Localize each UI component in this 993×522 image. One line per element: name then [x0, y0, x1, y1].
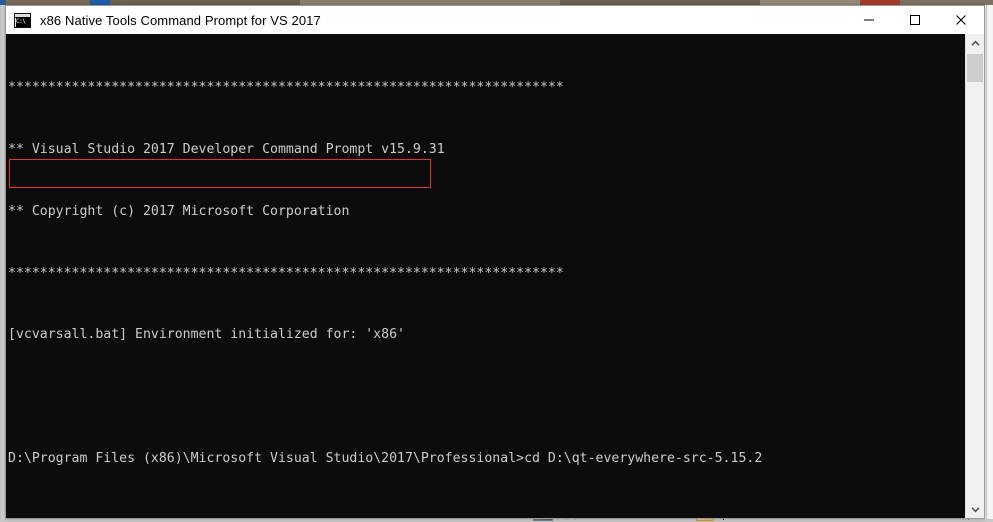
console-line: [vcvarsall.bat] Environment initialized …: [8, 327, 405, 343]
background-explorer-scrollbar[interactable]: [986, 5, 993, 519]
console-line: ****************************************…: [8, 80, 564, 96]
minimize-button[interactable]: [846, 6, 892, 34]
window-title: x86 Native Tools Command Prompt for VS 2…: [40, 12, 321, 28]
console-line: D:\Program Files (x86)\Microsoft Visual …: [8, 450, 763, 466]
cmd-console-icon: [14, 12, 31, 28]
console-output-area[interactable]: ****************************************…: [6, 34, 984, 518]
maximize-icon: [910, 15, 920, 25]
title-bar[interactable]: x86 Native Tools Command Prompt for VS 2…: [6, 6, 984, 35]
window-controls: [846, 6, 984, 34]
command-prompt-window: x86 Native Tools Command Prompt for VS 2…: [5, 5, 985, 519]
console-scrollbar[interactable]: [965, 34, 984, 518]
scrollbar-thumb[interactable]: [967, 54, 983, 82]
maximize-button[interactable]: [892, 6, 938, 34]
scrollbar-up-button[interactable]: [966, 34, 984, 52]
console-line: ** Copyright (c) 2017 Microsoft Corporat…: [8, 203, 350, 219]
console-line: ****************************************…: [8, 265, 564, 281]
console-text: ****************************************…: [8, 37, 965, 518]
chevron-up-icon: [970, 40, 980, 46]
console-line: ** Visual Studio 2017 Developer Command …: [8, 141, 445, 157]
scrollbar-down-button[interactable]: [966, 500, 984, 518]
chevron-down-icon: [970, 506, 980, 512]
close-icon: [956, 15, 966, 25]
minimize-icon: [864, 19, 874, 21]
close-button[interactable]: [938, 6, 984, 34]
